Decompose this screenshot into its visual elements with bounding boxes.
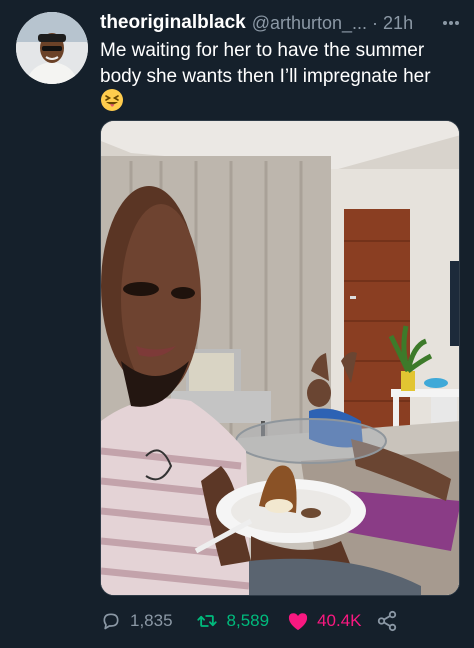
tweet-image[interactable] — [100, 120, 460, 596]
like-count: 40.4K — [317, 611, 362, 630]
heart-icon — [289, 613, 308, 631]
tweet-text: Me waiting for her to have the summer bo… — [100, 40, 431, 87]
tweet-header: theoriginalblack @arthurton_... · 21h — [100, 10, 464, 36]
reply-button[interactable]: 1,835 — [100, 611, 173, 631]
tweet-actions: 1,835 8,589 40.4K — [100, 606, 460, 636]
display-name[interactable]: theoriginalblack — [100, 12, 246, 34]
timestamp[interactable]: 21h — [383, 13, 413, 34]
reply-count: 1,835 — [130, 611, 173, 630]
like-button[interactable]: 40.4K — [287, 611, 362, 631]
reply-icon — [103, 613, 119, 630]
more-icon[interactable] — [438, 12, 464, 34]
avatar-image — [16, 12, 88, 84]
squinting-face-with-tongue-icon — [100, 88, 124, 112]
retweet-count: 8,589 — [226, 611, 270, 630]
user-handle[interactable]: @arthurton_... — [252, 13, 367, 34]
photo-living-room — [101, 121, 459, 595]
retweet-button[interactable]: 8,589 — [195, 611, 270, 631]
avatar[interactable] — [16, 12, 88, 84]
share-icon — [377, 610, 396, 632]
retweet-icon — [196, 615, 217, 627]
share-button[interactable] — [376, 610, 398, 632]
separator-dot: · — [372, 12, 379, 33]
